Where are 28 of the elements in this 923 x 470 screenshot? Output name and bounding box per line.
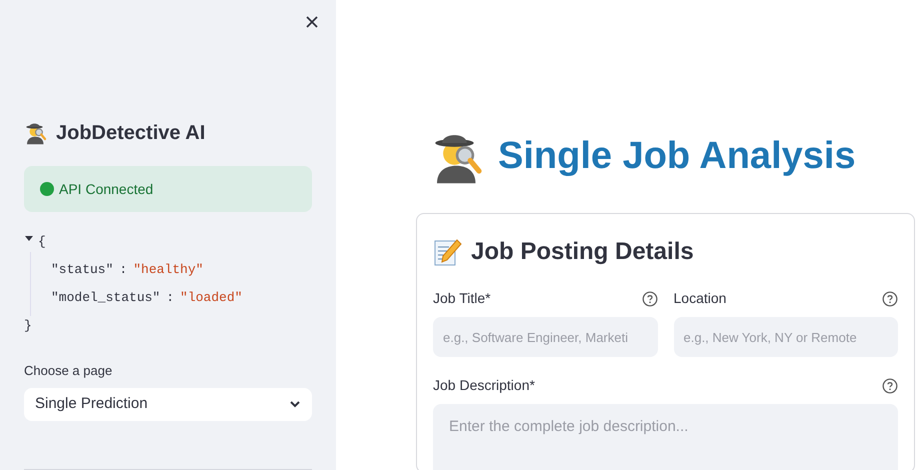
card-title: Job Posting Details bbox=[471, 237, 694, 267]
json-brace: { bbox=[38, 233, 46, 252]
json-brace: } bbox=[24, 318, 32, 333]
select-label: Choose a page bbox=[24, 362, 114, 380]
memo-icon bbox=[433, 237, 463, 267]
field-label: Job Description* bbox=[433, 376, 535, 395]
json-colon: : bbox=[166, 289, 174, 308]
json-key: "model_status" bbox=[51, 288, 160, 308]
json-key: "status" bbox=[51, 260, 114, 280]
detective-icon bbox=[24, 121, 48, 145]
chevron-down-icon bbox=[289, 400, 301, 408]
json-colon: : bbox=[119, 260, 128, 279]
close-icon[interactable] bbox=[304, 14, 320, 30]
help-icon[interactable] bbox=[882, 290, 898, 306]
help-icon[interactable] bbox=[642, 290, 658, 306]
status-text: API Connected bbox=[59, 180, 154, 199]
page-select[interactable]: Single Prediction bbox=[24, 388, 312, 421]
description-field[interactable]: Enter the complete job description... bbox=[433, 404, 898, 470]
input-field[interactable]: e.g., New York, NY or Remote bbox=[674, 317, 898, 357]
field-label: Job Title* bbox=[433, 289, 491, 308]
field-label: Location bbox=[674, 289, 726, 308]
json-value: "loaded" bbox=[180, 289, 242, 308]
help-icon[interactable] bbox=[882, 378, 898, 394]
json-value: "healthy" bbox=[133, 260, 204, 279]
collapse-caret-icon[interactable] bbox=[24, 234, 34, 243]
sidebar-title: JobDetective AI bbox=[56, 121, 206, 146]
page-title: Single Job Analysis bbox=[498, 134, 856, 179]
input-field[interactable]: e.g., Software Engineer, Marketi bbox=[433, 317, 658, 357]
